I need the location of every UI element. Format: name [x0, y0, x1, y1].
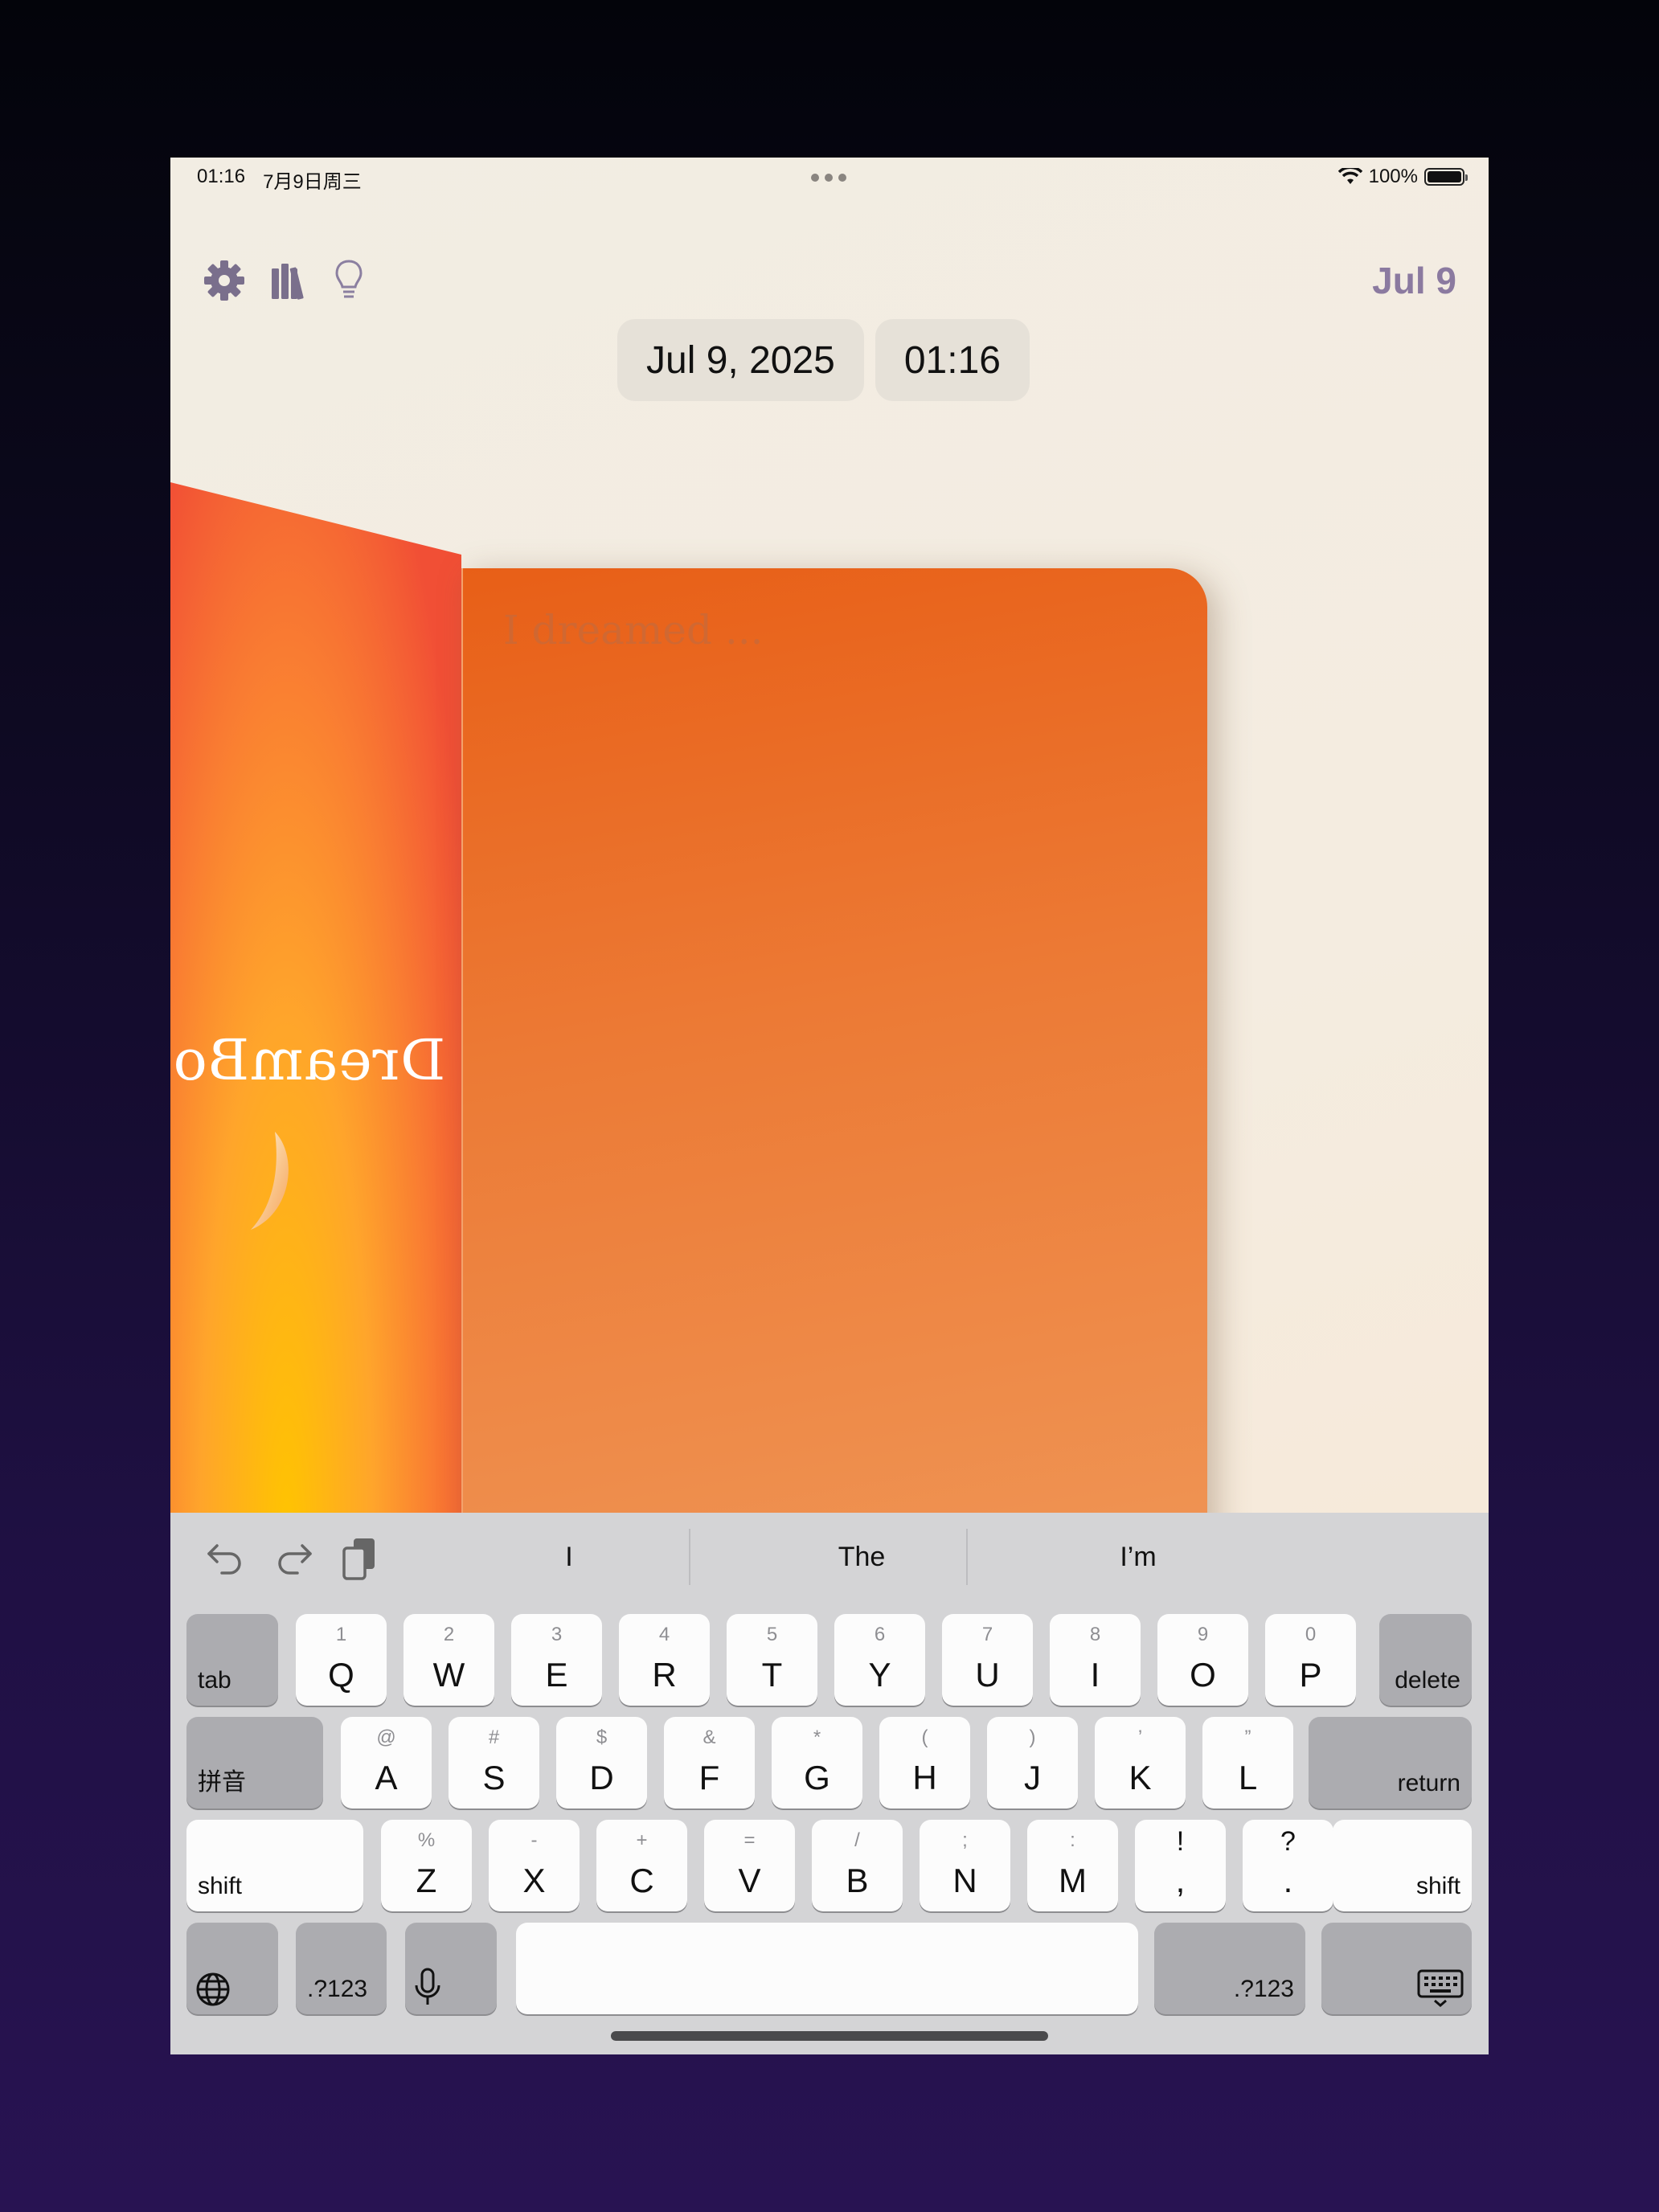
key-o[interactable]: 9O — [1157, 1614, 1248, 1706]
status-time: 01:16 — [197, 166, 246, 187]
key-r[interactable]: 4R — [619, 1614, 710, 1706]
key-q[interactable]: 1Q — [296, 1614, 387, 1706]
lightbulb-icon[interactable] — [334, 259, 363, 302]
book-cover-title: DreamBook — [170, 1027, 446, 1093]
status-bar: 01:16 7月9日周三 100% — [170, 158, 1489, 198]
moon-icon — [251, 1132, 289, 1230]
date-picker-button[interactable]: Jul 9, 2025 — [617, 319, 864, 401]
pinyin-key[interactable]: 拼音 — [186, 1717, 323, 1809]
key-f[interactable]: & F — [664, 1717, 755, 1809]
multitasking-dots[interactable] — [811, 174, 846, 182]
delete-key[interactable]: delete — [1379, 1614, 1472, 1706]
home-indicator[interactable] — [611, 2031, 1048, 2041]
microphone-icon — [415, 1968, 440, 2005]
key-i[interactable]: 8I — [1050, 1614, 1141, 1706]
dismiss-keyboard-key[interactable] — [1321, 1923, 1472, 2014]
date-time-picker: Jul 9, 2025 01:16 — [617, 319, 1030, 401]
redo-icon[interactable] — [273, 1541, 313, 1576]
battery-percent: 100% — [1368, 166, 1418, 187]
key-d[interactable]: $ D — [556, 1717, 647, 1809]
toolbar — [203, 259, 363, 302]
globe-key[interactable] — [186, 1923, 278, 2014]
time-picker-button[interactable]: 01:16 — [875, 319, 1030, 401]
key-z[interactable]: % Z — [381, 1820, 472, 1911]
tab-key[interactable]: tab — [186, 1614, 278, 1706]
journal-placeholder[interactable]: I dreamed ... — [503, 607, 764, 653]
shift-key-left[interactable]: shift — [186, 1820, 363, 1911]
app-screen: 01:16 7月9日周三 100% Jul 9 Jul 9, 2025 01:1… — [170, 158, 1489, 2054]
suggestion-3[interactable]: I’m — [1002, 1542, 1275, 1573]
key-y[interactable]: 6Y — [834, 1614, 925, 1706]
key-x[interactable]: -X — [489, 1820, 580, 1911]
undo-icon[interactable] — [206, 1541, 246, 1576]
globe-icon — [196, 1972, 230, 2006]
status-date: 7月9日周三 — [263, 171, 362, 193]
key-b[interactable]: / B — [812, 1820, 903, 1911]
dictation-key[interactable] — [405, 1923, 497, 2014]
numbers-key-right[interactable]: .?123 — [1154, 1923, 1305, 2014]
suggestion-2[interactable]: The — [725, 1542, 998, 1573]
paste-icon[interactable] — [341, 1537, 379, 1580]
library-icon[interactable] — [270, 260, 310, 301]
keyboard-dismiss-icon — [1417, 1969, 1464, 2007]
key-m[interactable]: :M — [1027, 1820, 1118, 1911]
suggestion-divider — [689, 1529, 690, 1585]
key-g[interactable]: * G — [772, 1717, 862, 1809]
key-a[interactable]: @ A — [341, 1717, 432, 1809]
key-period[interactable]: ?. — [1243, 1820, 1333, 1911]
book-cover: DreamBook — [170, 482, 461, 1688]
key-h[interactable]: (H — [879, 1717, 970, 1809]
key-s[interactable]: # S — [449, 1717, 539, 1809]
battery-icon — [1424, 168, 1468, 186]
key-p[interactable]: 0P — [1265, 1614, 1356, 1706]
suggestion-divider — [966, 1529, 968, 1585]
return-key[interactable]: return — [1309, 1717, 1472, 1809]
suggestion-1[interactable]: I — [432, 1542, 706, 1573]
key-comma[interactable]: !, — [1135, 1820, 1226, 1911]
current-date-label[interactable]: Jul 9 — [1372, 259, 1456, 302]
key-e[interactable]: 3E — [511, 1614, 602, 1706]
gear-icon[interactable] — [203, 259, 246, 302]
wifi-icon — [1337, 168, 1362, 184]
key-w[interactable]: 2W — [403, 1614, 494, 1706]
key-k[interactable]: ’ K — [1095, 1717, 1186, 1809]
key-l[interactable]: ” L — [1202, 1717, 1293, 1809]
numbers-key-left[interactable]: .?123 — [296, 1923, 387, 2014]
key-c[interactable]: + C — [596, 1820, 687, 1911]
key-t[interactable]: 5T — [727, 1614, 817, 1706]
key-v[interactable]: = V — [704, 1820, 795, 1911]
key-j[interactable]: ) J — [987, 1717, 1078, 1809]
suggestion-bar: I The I’m — [170, 1513, 1489, 1601]
key-n[interactable]: ; N — [920, 1820, 1010, 1911]
onscreen-keyboard: I The I’m tab 1Q 2W 3E 4R 5T 6Y 7U 8I 9O… — [170, 1513, 1489, 2054]
space-bar[interactable] — [516, 1923, 1138, 2014]
key-u[interactable]: 7U — [942, 1614, 1033, 1706]
shift-key-right[interactable]: shift — [1333, 1820, 1472, 1911]
